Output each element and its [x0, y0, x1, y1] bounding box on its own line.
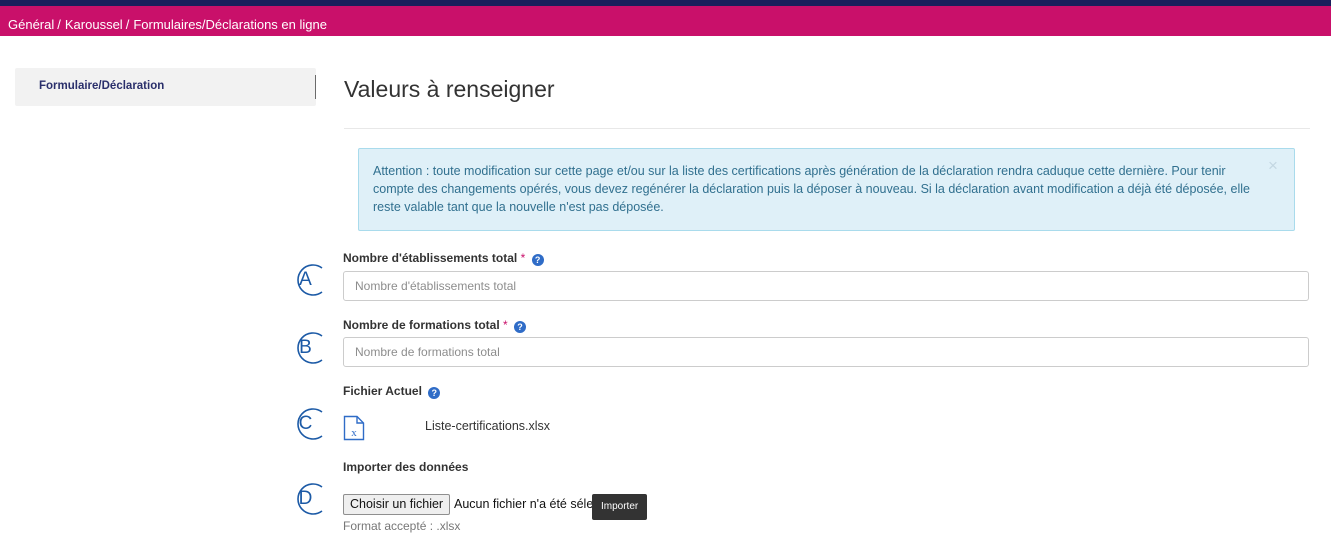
- no-file-selected-text: Aucun fichier n'a été sélectionné: [454, 497, 594, 511]
- help-icon[interactable]: ?: [514, 321, 527, 333]
- annotation-letter: B: [299, 337, 312, 358]
- required-marker: *: [520, 251, 526, 265]
- choose-file-button[interactable]: Choisir un fichier: [343, 494, 451, 515]
- current-file-label-text: Fichier Actuel: [343, 384, 422, 398]
- breadcrumb-separator: /: [125, 17, 130, 32]
- page-title: Valeurs à renseigner: [344, 76, 555, 102]
- help-icon[interactable]: ?: [428, 387, 441, 399]
- annotation-letter: C: [298, 413, 313, 434]
- sidebar-item-label: Formulaire/Déclaration: [39, 80, 165, 92]
- current-file-label: Fichier Actuel ?: [343, 384, 441, 399]
- alert-message: Attention : toute modification sur cette…: [373, 164, 1250, 214]
- import-label: Importer des données: [343, 460, 469, 474]
- sidebar-divider: [315, 75, 316, 99]
- current-file-name[interactable]: Liste-certifications.xlsx: [425, 419, 550, 433]
- annotation-letter: A: [299, 269, 312, 290]
- warning-alert: Attention : toute modification sur cette…: [358, 148, 1295, 231]
- format-note: Format accepté : .xlsx: [343, 519, 461, 533]
- breadcrumb: Général / Karoussel / Formulaires/Déclaratio…: [8, 17, 327, 32]
- formations-input[interactable]: [343, 337, 1309, 367]
- annotation-letter: D: [298, 488, 313, 509]
- top-bar: Général / Karoussel / Formulaires/Déclaratio…: [0, 0, 1331, 36]
- annotation-marker-b: B: [292, 331, 328, 365]
- svg-text:x: x: [351, 427, 357, 439]
- formations-label-text: Nombre de formations total: [343, 318, 500, 332]
- excel-file-icon[interactable]: x: [343, 415, 365, 441]
- required-marker: *: [503, 318, 508, 332]
- close-icon[interactable]: ×: [1266, 157, 1280, 174]
- formations-label: Nombre de formations total * ?: [343, 318, 527, 333]
- breadcrumb-separator: /: [57, 17, 61, 32]
- annotation-marker-d: D: [292, 482, 328, 516]
- help-icon[interactable]: ?: [531, 254, 544, 266]
- etablissements-input[interactable]: [343, 271, 1309, 301]
- import-tooltip: Importer: [592, 494, 648, 520]
- annotation-marker-a: A: [292, 263, 328, 297]
- etablissements-label-text: Nombre d'établissements total: [343, 251, 518, 265]
- etablissements-label: Nombre d'établissements total * ?: [343, 251, 544, 266]
- breadcrumb-item-general[interactable]: Général: [8, 17, 54, 32]
- breadcrumb-item-karoussel[interactable]: Karoussel: [65, 17, 123, 32]
- sidebar-item-formulaire[interactable]: Formulaire/Déclaration: [15, 68, 316, 106]
- annotation-marker-c: C: [292, 407, 328, 441]
- title-divider: [344, 128, 1310, 129]
- breadcrumb-item-formulaires[interactable]: Formulaires/Déclarations en ligne: [133, 17, 327, 32]
